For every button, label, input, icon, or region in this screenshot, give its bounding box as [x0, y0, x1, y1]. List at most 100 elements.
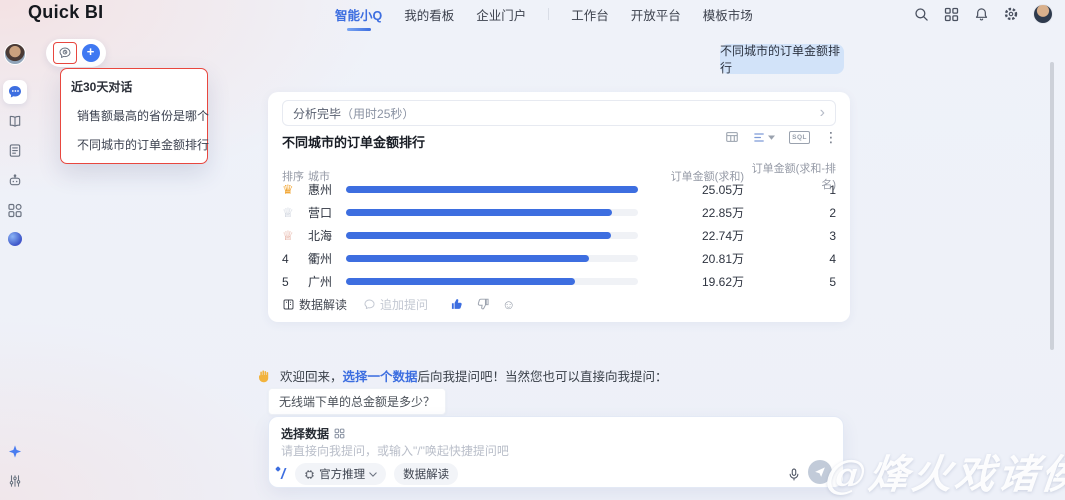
nav-enterprise-portal[interactable]: 企业门户 — [476, 5, 526, 24]
sphere-icon — [8, 232, 22, 246]
feedback-group: ☺ — [450, 297, 515, 311]
card-footer: 数据解读 追加提问 ☺ — [282, 293, 836, 315]
apps-grid-icon[interactable] — [943, 6, 959, 22]
chip-model-icon — [304, 469, 315, 480]
table-row[interactable]: ♕ 营口 22.85万 2 — [282, 201, 836, 224]
table-view-icon[interactable] — [725, 130, 739, 144]
bar-track — [346, 278, 638, 285]
quickbi-app: Quick BI 智能小Q 我的看板 企业门户 工作台 开放平台 模板市场 — [0, 0, 1065, 500]
sidebar-item-dashboard-icon[interactable] — [8, 114, 23, 129]
table-row[interactable]: 4 衢州 20.81万 4 — [282, 247, 836, 270]
sidebar-avatar[interactable] — [4, 43, 26, 65]
composer-toolbar: / 官方推理 数据解读 — [281, 463, 831, 485]
amount-value: 22.85万 — [652, 204, 744, 221]
table-row[interactable]: ♕ 北海 22.74万 3 — [282, 224, 836, 247]
left-sidebar — [0, 28, 30, 500]
chart-toolbar: SQL ⋮ — [725, 130, 838, 144]
city-label: 衢州 — [308, 250, 346, 267]
chart-switch-icon[interactable] — [753, 131, 775, 144]
user-avatar[interactable] — [1033, 4, 1053, 24]
top-bar: Quick BI 智能小Q 我的看板 企业门户 工作台 开放平台 模板市场 — [0, 0, 1065, 28]
amount-value: 22.74万 — [652, 227, 744, 244]
search-icon[interactable] — [913, 6, 929, 22]
analysis-status-bar[interactable]: 分析完毕 （用时25秒） › — [282, 100, 836, 126]
more-menu-icon[interactable]: ⋮ — [824, 130, 838, 144]
table-row[interactable]: 5 广州 19.62万 5 — [282, 270, 836, 290]
new-conversation-button[interactable]: + — [82, 44, 100, 62]
nav-my-dashboards[interactable]: 我的看板 — [404, 5, 454, 24]
history-popup-title: 近30天对话 — [71, 78, 197, 95]
bar-track — [346, 255, 638, 262]
quickbi-logo: Quick BI — [28, 2, 103, 23]
interpret-mode-pill[interactable]: 数据解读 — [394, 463, 458, 485]
watermark-text: @烽火戏诸侯 — [823, 442, 1065, 500]
sidebar-filter-sliders-icon[interactable] — [8, 474, 22, 488]
vertical-scrollbar[interactable] — [1050, 62, 1054, 350]
sidebar-item-report-icon[interactable] — [8, 143, 23, 158]
bar-track — [346, 186, 638, 193]
notification-bell-icon[interactable] — [973, 6, 989, 22]
sidebar-item-ai-chat[interactable] — [3, 80, 27, 104]
prompt-input[interactable] — [281, 444, 711, 458]
send-button[interactable] — [808, 460, 832, 484]
rank-value: 5 — [744, 275, 836, 289]
thumbs-up-icon[interactable] — [450, 297, 464, 311]
crown-bronze-icon: ♕ — [282, 228, 294, 243]
slash-shortcut-icon[interactable]: / — [281, 466, 287, 483]
interpret-mode-label: 数据解读 — [403, 466, 449, 482]
sidebar-item-apps-icon[interactable] — [8, 203, 23, 218]
history-item-label: 销售额最高的省份是哪个 — [77, 107, 209, 124]
select-data-label: 选择数据 — [281, 425, 329, 442]
microphone-icon[interactable] — [787, 467, 801, 482]
waving-hand-icon — [256, 368, 272, 384]
answer-card: 分析完毕 （用时25秒） › 不同城市的订单金额排行 SQL ⋮ 排序 城市 订… — [268, 92, 850, 322]
history-item[interactable]: 不同城市的订单金额排行 — [71, 136, 197, 153]
follow-up-button[interactable]: 追加提问 — [363, 296, 428, 313]
amount-value: 19.62万 — [652, 273, 744, 290]
topbar-actions — [913, 0, 1053, 28]
nav-divider — [548, 8, 549, 20]
settings-gear-icon[interactable] — [1003, 6, 1019, 22]
data-interpret-label: 数据解读 — [299, 296, 347, 313]
rank-value: 2 — [744, 206, 836, 220]
sort-number: 4 — [282, 252, 308, 266]
nav-open-platform[interactable]: 开放平台 — [631, 5, 681, 24]
history-item[interactable]: 销售额最高的省份是哪个 — [71, 107, 197, 124]
thumbs-down-icon[interactable] — [476, 297, 490, 311]
chevron-right-icon: › — [820, 105, 825, 121]
chevron-down-icon — [369, 472, 377, 477]
crown-silver-icon: ♕ — [282, 205, 294, 220]
sidebar-item-data-sphere-icon[interactable] — [8, 232, 22, 246]
analysis-status-text: 分析完毕 — [293, 105, 341, 122]
select-data-link[interactable]: 选择一个数据 — [343, 370, 418, 384]
data-interpret-button[interactable]: 数据解读 — [282, 296, 347, 313]
dataset-grid-icon — [334, 428, 345, 439]
sidebar-item-robot-icon[interactable] — [8, 173, 23, 188]
nav-workspace[interactable]: 工作台 — [571, 5, 609, 24]
nav-smart-q[interactable]: 智能小Q — [335, 5, 382, 24]
amount-value: 20.81万 — [652, 250, 744, 267]
value-bar — [346, 232, 611, 239]
sql-view-icon[interactable]: SQL — [789, 131, 810, 144]
suggested-question-chip[interactable]: 无线端下单的总金额是多少？ — [268, 388, 446, 415]
city-label: 惠州 — [308, 181, 346, 198]
user-message-bubble: 不同城市的订单金额排行 — [720, 44, 844, 74]
rank-value: 4 — [744, 252, 836, 266]
history-popup: 近30天对话 销售额最高的省份是哪个 不同城市的订单金额排行 — [60, 68, 208, 164]
city-label: 广州 — [308, 273, 346, 290]
rank-value: 1 — [744, 183, 836, 197]
model-select-pill[interactable]: 官方推理 — [295, 463, 386, 485]
emoji-feedback-icon[interactable]: ☺ — [502, 298, 515, 311]
conversation-history-button[interactable] — [53, 42, 77, 64]
sidebar-ai-sparkle-icon[interactable] — [8, 444, 23, 459]
crown-gold-icon: ♛ — [282, 182, 294, 197]
avatar-image — [4, 43, 26, 65]
bar-track — [346, 232, 638, 239]
analysis-time-text: （用时25秒） — [341, 105, 414, 122]
welcome-message: 欢迎回来，选择一个数据后向我提问吧！当然您也可以直接向我提问： — [256, 366, 668, 385]
select-data-button[interactable]: 选择数据 — [281, 425, 345, 442]
table-row[interactable]: ♛ 惠州 25.05万 1 — [282, 178, 836, 201]
main-nav: 智能小Q 我的看板 企业门户 工作台 开放平台 模板市场 — [335, 0, 753, 28]
follow-up-label: 追加提问 — [380, 296, 428, 313]
nav-template-market[interactable]: 模板市场 — [703, 5, 753, 24]
